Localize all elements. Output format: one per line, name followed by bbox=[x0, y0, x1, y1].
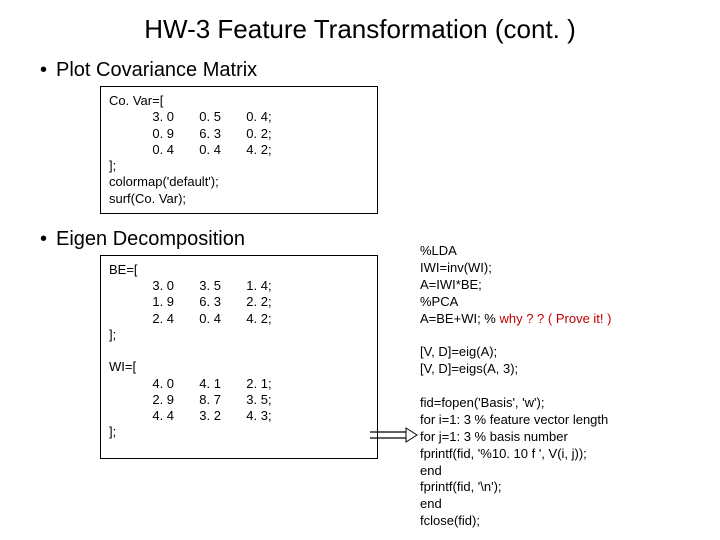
eigen-code-box: BE=[ 3. 0 3. 5 1. 4; 1. 9 6. 3 2. 2; 2. … bbox=[100, 255, 378, 459]
arrow-icon bbox=[370, 427, 418, 443]
side-note: %LDA IWI=inv(WI); A=IWI*BE; %PCA A=BE+WI… bbox=[420, 243, 700, 530]
side-line: fclose(fid); bbox=[420, 513, 700, 530]
side-line: IWI=inv(WI); bbox=[420, 260, 700, 277]
bullet-eigen-label: Eigen Decomposition bbox=[56, 228, 245, 250]
side-prove-red: ( Prove it! ) bbox=[544, 311, 611, 326]
side-blank bbox=[420, 327, 700, 344]
page-title: HW-3 Feature Transformation (cont. ) bbox=[0, 14, 720, 45]
side-line: for j=1: 3 % basis number bbox=[420, 429, 700, 446]
side-line: %PCA bbox=[420, 294, 700, 311]
covar-code-box: Co. Var=[ 3. 0 0. 5 0. 4; 0. 9 6. 3 0. 2… bbox=[100, 86, 378, 214]
bullet-covariance: •Plot Covariance Matrix bbox=[40, 59, 680, 82]
covar-code: Co. Var=[ 3. 0 0. 5 0. 4; 0. 9 6. 3 0. 2… bbox=[109, 93, 369, 207]
side-line: for i=1: 3 % feature vector length bbox=[420, 412, 700, 429]
bullet-dot-icon: • bbox=[40, 59, 56, 82]
content-area: •Plot Covariance Matrix Co. Var=[ 3. 0 0… bbox=[0, 59, 720, 459]
side-text: A=BE+WI; % bbox=[420, 311, 499, 326]
side-line: fprintf(fid, '\n'); bbox=[420, 479, 700, 496]
side-line: fprintf(fid, '%10. 10 f ', V(i, j)); bbox=[420, 446, 700, 463]
bullet-covariance-label: Plot Covariance Matrix bbox=[56, 59, 257, 81]
side-line: A=IWI*BE; bbox=[420, 277, 700, 294]
side-why-red: why ? ? bbox=[499, 311, 544, 326]
side-line: %LDA bbox=[420, 243, 700, 260]
side-line: A=BE+WI; % why ? ? ( Prove it! ) bbox=[420, 311, 700, 328]
eigen-code: BE=[ 3. 0 3. 5 1. 4; 1. 9 6. 3 2. 2; 2. … bbox=[109, 262, 369, 441]
side-line: fid=fopen('Basis', 'w'); bbox=[420, 395, 700, 412]
side-blank bbox=[420, 378, 700, 395]
side-line: end bbox=[420, 496, 700, 513]
side-line: end bbox=[420, 463, 700, 480]
side-line: [V, D]=eigs(A, 3); bbox=[420, 361, 700, 378]
side-line: [V, D]=eig(A); bbox=[420, 344, 700, 361]
bullet-dot-icon: • bbox=[40, 228, 56, 251]
